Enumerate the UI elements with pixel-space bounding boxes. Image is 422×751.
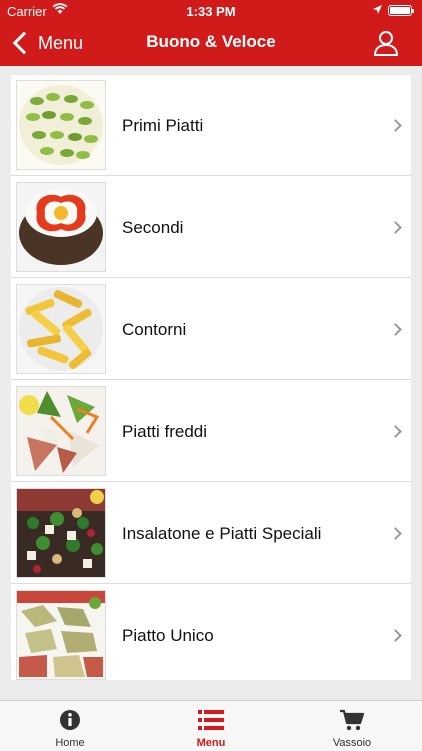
chevron-right-icon	[389, 527, 402, 540]
divider	[11, 379, 411, 380]
chevron-right-icon	[389, 221, 402, 234]
info-icon	[0, 709, 140, 731]
cart-icon	[282, 709, 422, 731]
chevron-right-icon	[389, 119, 402, 132]
chevron-right-icon	[389, 425, 402, 438]
dish-thumbnail	[16, 386, 106, 476]
dish-thumbnail	[16, 182, 106, 272]
tab-bar: Home Menu Vassoio	[0, 700, 422, 751]
location-arrow-icon	[372, 3, 383, 18]
tab-label: Home	[55, 737, 85, 749]
list-item-secondi[interactable]: Secondi	[11, 177, 411, 278]
category-list: Primi Piatti Secondi Contorni Piatti fre…	[11, 75, 411, 680]
list-item-label: Piatti freddi	[122, 422, 208, 441]
list-item-piatto-unico[interactable]: Piatto Unico	[11, 585, 411, 680]
list-item-label: Primi Piatti	[122, 116, 204, 135]
tab-label: Menu	[196, 737, 226, 749]
divider	[11, 583, 411, 584]
tab-home[interactable]: Home	[0, 701, 140, 751]
tab-menu[interactable]: Menu	[141, 701, 281, 751]
dish-thumbnail	[16, 284, 106, 374]
battery-icon	[388, 5, 414, 16]
dish-thumbnail	[16, 590, 106, 680]
chevron-right-icon	[389, 323, 402, 336]
list-item-label: Contorni	[122, 320, 187, 339]
divider	[11, 481, 411, 482]
list-item-label: Piatto Unico	[122, 626, 214, 645]
list-item-piatti-freddi[interactable]: Piatti freddi	[11, 381, 411, 482]
list-item-contorni[interactable]: Contorni	[11, 279, 411, 380]
page-title: Buono & Veloce	[146, 32, 276, 51]
dish-thumbnail	[16, 488, 106, 578]
chevron-right-icon	[389, 629, 402, 642]
list-item-label: Insalatone e Piatti Speciali	[122, 524, 322, 543]
list-item-label: Secondi	[122, 218, 184, 237]
list-icon	[141, 709, 281, 731]
list-item-primi-piatti[interactable]: Primi Piatti	[11, 75, 411, 176]
status-time: 1:33 PM	[186, 4, 236, 19]
user-icon[interactable]	[372, 29, 400, 57]
list-item-insalatone-e-piatti-speciali[interactable]: Insalatone e Piatti Speciali	[11, 483, 411, 584]
tab-label: Vassoio	[332, 737, 372, 749]
status-bar: Carrier 1:33 PM	[0, 0, 422, 22]
dish-thumbnail	[16, 80, 106, 170]
divider	[11, 175, 411, 176]
tab-vassoio[interactable]: Vassoio	[282, 701, 422, 751]
header-bar: Carrier 1:33 PM Menu Buono & Veloce	[0, 0, 422, 66]
divider	[11, 277, 411, 278]
